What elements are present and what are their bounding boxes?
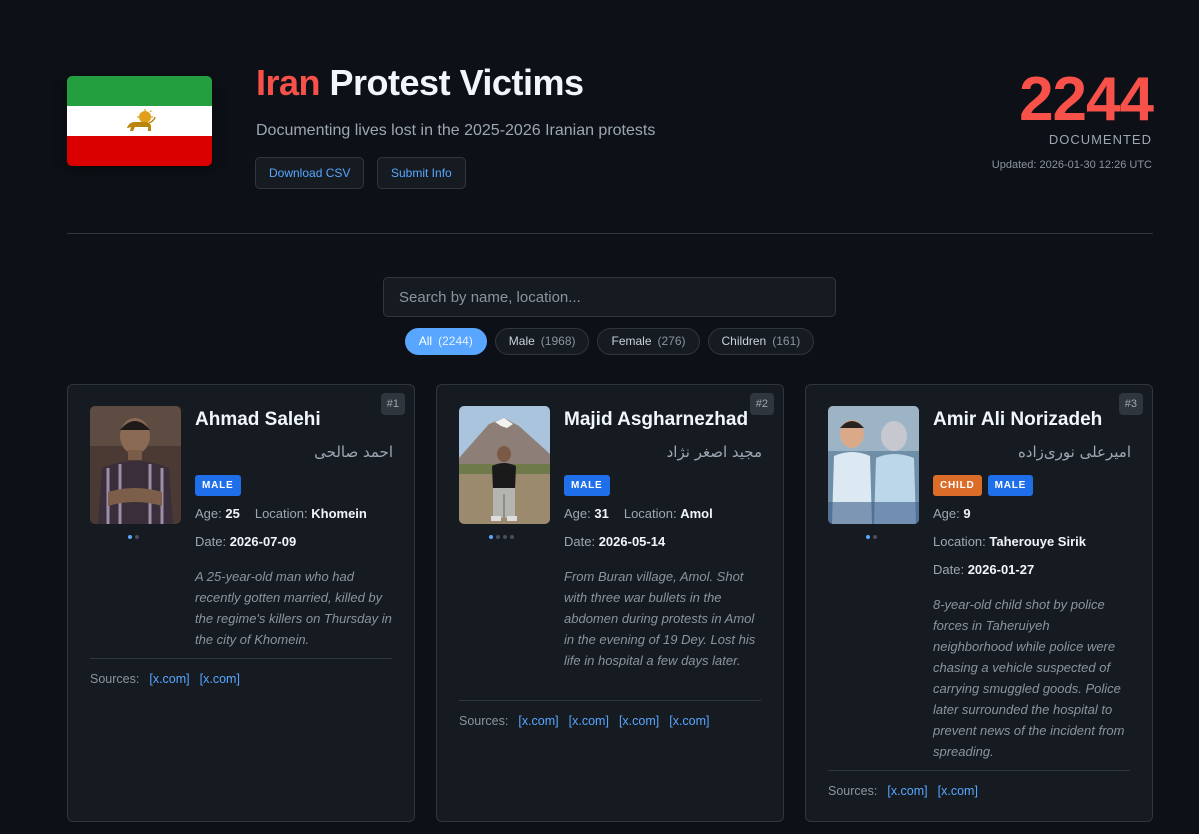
- victim-name-farsi: احمد صالحی: [314, 443, 393, 461]
- pager-dot[interactable]: [128, 535, 132, 539]
- filter-label: Female: [611, 334, 652, 348]
- sources-row: Sources: [x.com] [x.com]: [90, 658, 392, 686]
- victim-name: Ahmad Salehi: [195, 409, 321, 430]
- filter-bar: All (2244) Male (1968) Female (276) Childre…: [0, 328, 1199, 355]
- age-location-row: Age: 25 Location: Khomein: [195, 506, 367, 521]
- filter-male[interactable]: Male (1968): [494, 328, 590, 355]
- male-badge: MALE: [564, 475, 610, 496]
- victim-name: Amir Ali Norizadeh: [933, 409, 1103, 430]
- title-rest: Protest Victims: [320, 62, 584, 103]
- title-accent: Iran: [256, 62, 321, 103]
- sources-row: Sources: [x.com] [x.com]: [828, 770, 1130, 798]
- sources-row: Sources: [x.com] [x.com] [x.com] [x.com]: [459, 700, 761, 728]
- victim-card: #3 Amir Ali Norizadeh امیرعلی نوری‌زاده …: [805, 384, 1153, 822]
- pager-dot[interactable]: [496, 535, 500, 539]
- date-row: Date: 2026-01-27: [933, 562, 1035, 577]
- date-row: Date: 2026-05-14: [564, 534, 666, 549]
- age-row: Age: 9: [933, 506, 971, 521]
- source-link[interactable]: [x.com]: [200, 672, 240, 686]
- child-badge: CHILD: [933, 475, 982, 496]
- photo-pager[interactable]: [866, 535, 877, 539]
- filter-label: All: [418, 334, 433, 348]
- victim-description: From Buran village, Amol. Shot with thre…: [564, 569, 756, 668]
- male-badge: MALE: [987, 475, 1034, 496]
- lion-and-sun-emblem: [126, 109, 156, 131]
- victim-age: 31: [594, 506, 609, 521]
- submit-info-button[interactable]: Submit Info: [377, 157, 466, 189]
- male-badge: MALE: [195, 475, 241, 496]
- iran-lion-sun-flag: [67, 76, 212, 166]
- victim-location: Amol: [680, 506, 713, 521]
- victim-photo[interactable]: [459, 406, 550, 524]
- victim-name: Majid Asgharnezhad: [564, 409, 749, 430]
- updated-timestamp: Updated: 2026-01-30 12:26 UTC: [991, 159, 1152, 171]
- source-link[interactable]: [x.com]: [569, 714, 609, 728]
- location-row: Location: Taherouye Sirik: [933, 534, 1086, 549]
- filter-all[interactable]: All (2244): [404, 328, 487, 355]
- victim-age: 9: [963, 506, 971, 521]
- victim-card: #1 Ahmad Salehi احمد صالحی MALE Age: 25 L…: [67, 384, 415, 822]
- source-link[interactable]: [x.com]: [669, 714, 709, 728]
- source-link[interactable]: [x.com]: [938, 784, 978, 798]
- victim-name-farsi: امیرعلی نوری‌زاده: [1017, 443, 1131, 461]
- victim-name-farsi: مجید اصغر نژاد: [666, 443, 762, 461]
- filter-label: Children: [721, 334, 767, 348]
- pager-dot[interactable]: [873, 535, 877, 539]
- age-location-row: Age: 31 Location: Amol: [564, 506, 713, 521]
- victim-location: Khomein: [311, 506, 367, 521]
- source-link[interactable]: [x.com]: [619, 714, 659, 728]
- victim-date: 2026-01-27: [967, 562, 1035, 577]
- pager-dot[interactable]: [489, 535, 493, 539]
- filter-children[interactable]: Children (161): [707, 328, 815, 355]
- photo-pager[interactable]: [128, 535, 139, 539]
- victim-description: 8-year-old child shot by police forces i…: [933, 597, 1125, 759]
- page-subtitle: Documenting lives lost in the 2025-2026 …: [256, 122, 656, 139]
- pager-dot[interactable]: [866, 535, 870, 539]
- download-csv-button[interactable]: Download CSV: [255, 157, 365, 189]
- victim-date: 2026-05-14: [598, 534, 666, 549]
- victim-photo[interactable]: [828, 406, 919, 524]
- victim-description: A 25-year-old man who had recently gotte…: [195, 569, 392, 647]
- victim-card: #2 Majid Asgharnezhad مجید اصغر نژاد MAL…: [436, 384, 784, 822]
- search-input[interactable]: [383, 277, 836, 317]
- pager-dot[interactable]: [503, 535, 507, 539]
- filter-count: (2244): [438, 334, 473, 348]
- filter-count: (276): [657, 334, 686, 348]
- pager-dot[interactable]: [135, 535, 139, 539]
- victim-age: 25: [225, 506, 240, 521]
- header-divider: [67, 233, 1153, 234]
- documented-count: 2244: [1019, 65, 1154, 134]
- filter-female[interactable]: Female (276): [597, 328, 700, 355]
- victim-photo[interactable]: [90, 406, 181, 524]
- victim-date: 2026-07-09: [229, 534, 297, 549]
- filter-count: (1968): [540, 334, 576, 348]
- source-link[interactable]: [x.com]: [887, 784, 927, 798]
- victim-location: Taherouye Sirik: [989, 534, 1086, 549]
- source-link[interactable]: [x.com]: [149, 672, 189, 686]
- source-link[interactable]: [x.com]: [518, 714, 558, 728]
- page-title: Iran Protest Victims: [256, 62, 584, 104]
- filter-count: (161): [772, 334, 801, 348]
- date-row: Date: 2026-07-09: [195, 534, 297, 549]
- photo-pager[interactable]: [489, 535, 514, 539]
- documented-label: DOCUMENTED: [1048, 132, 1152, 147]
- filter-label: Male: [508, 334, 535, 348]
- pager-dot[interactable]: [510, 535, 514, 539]
